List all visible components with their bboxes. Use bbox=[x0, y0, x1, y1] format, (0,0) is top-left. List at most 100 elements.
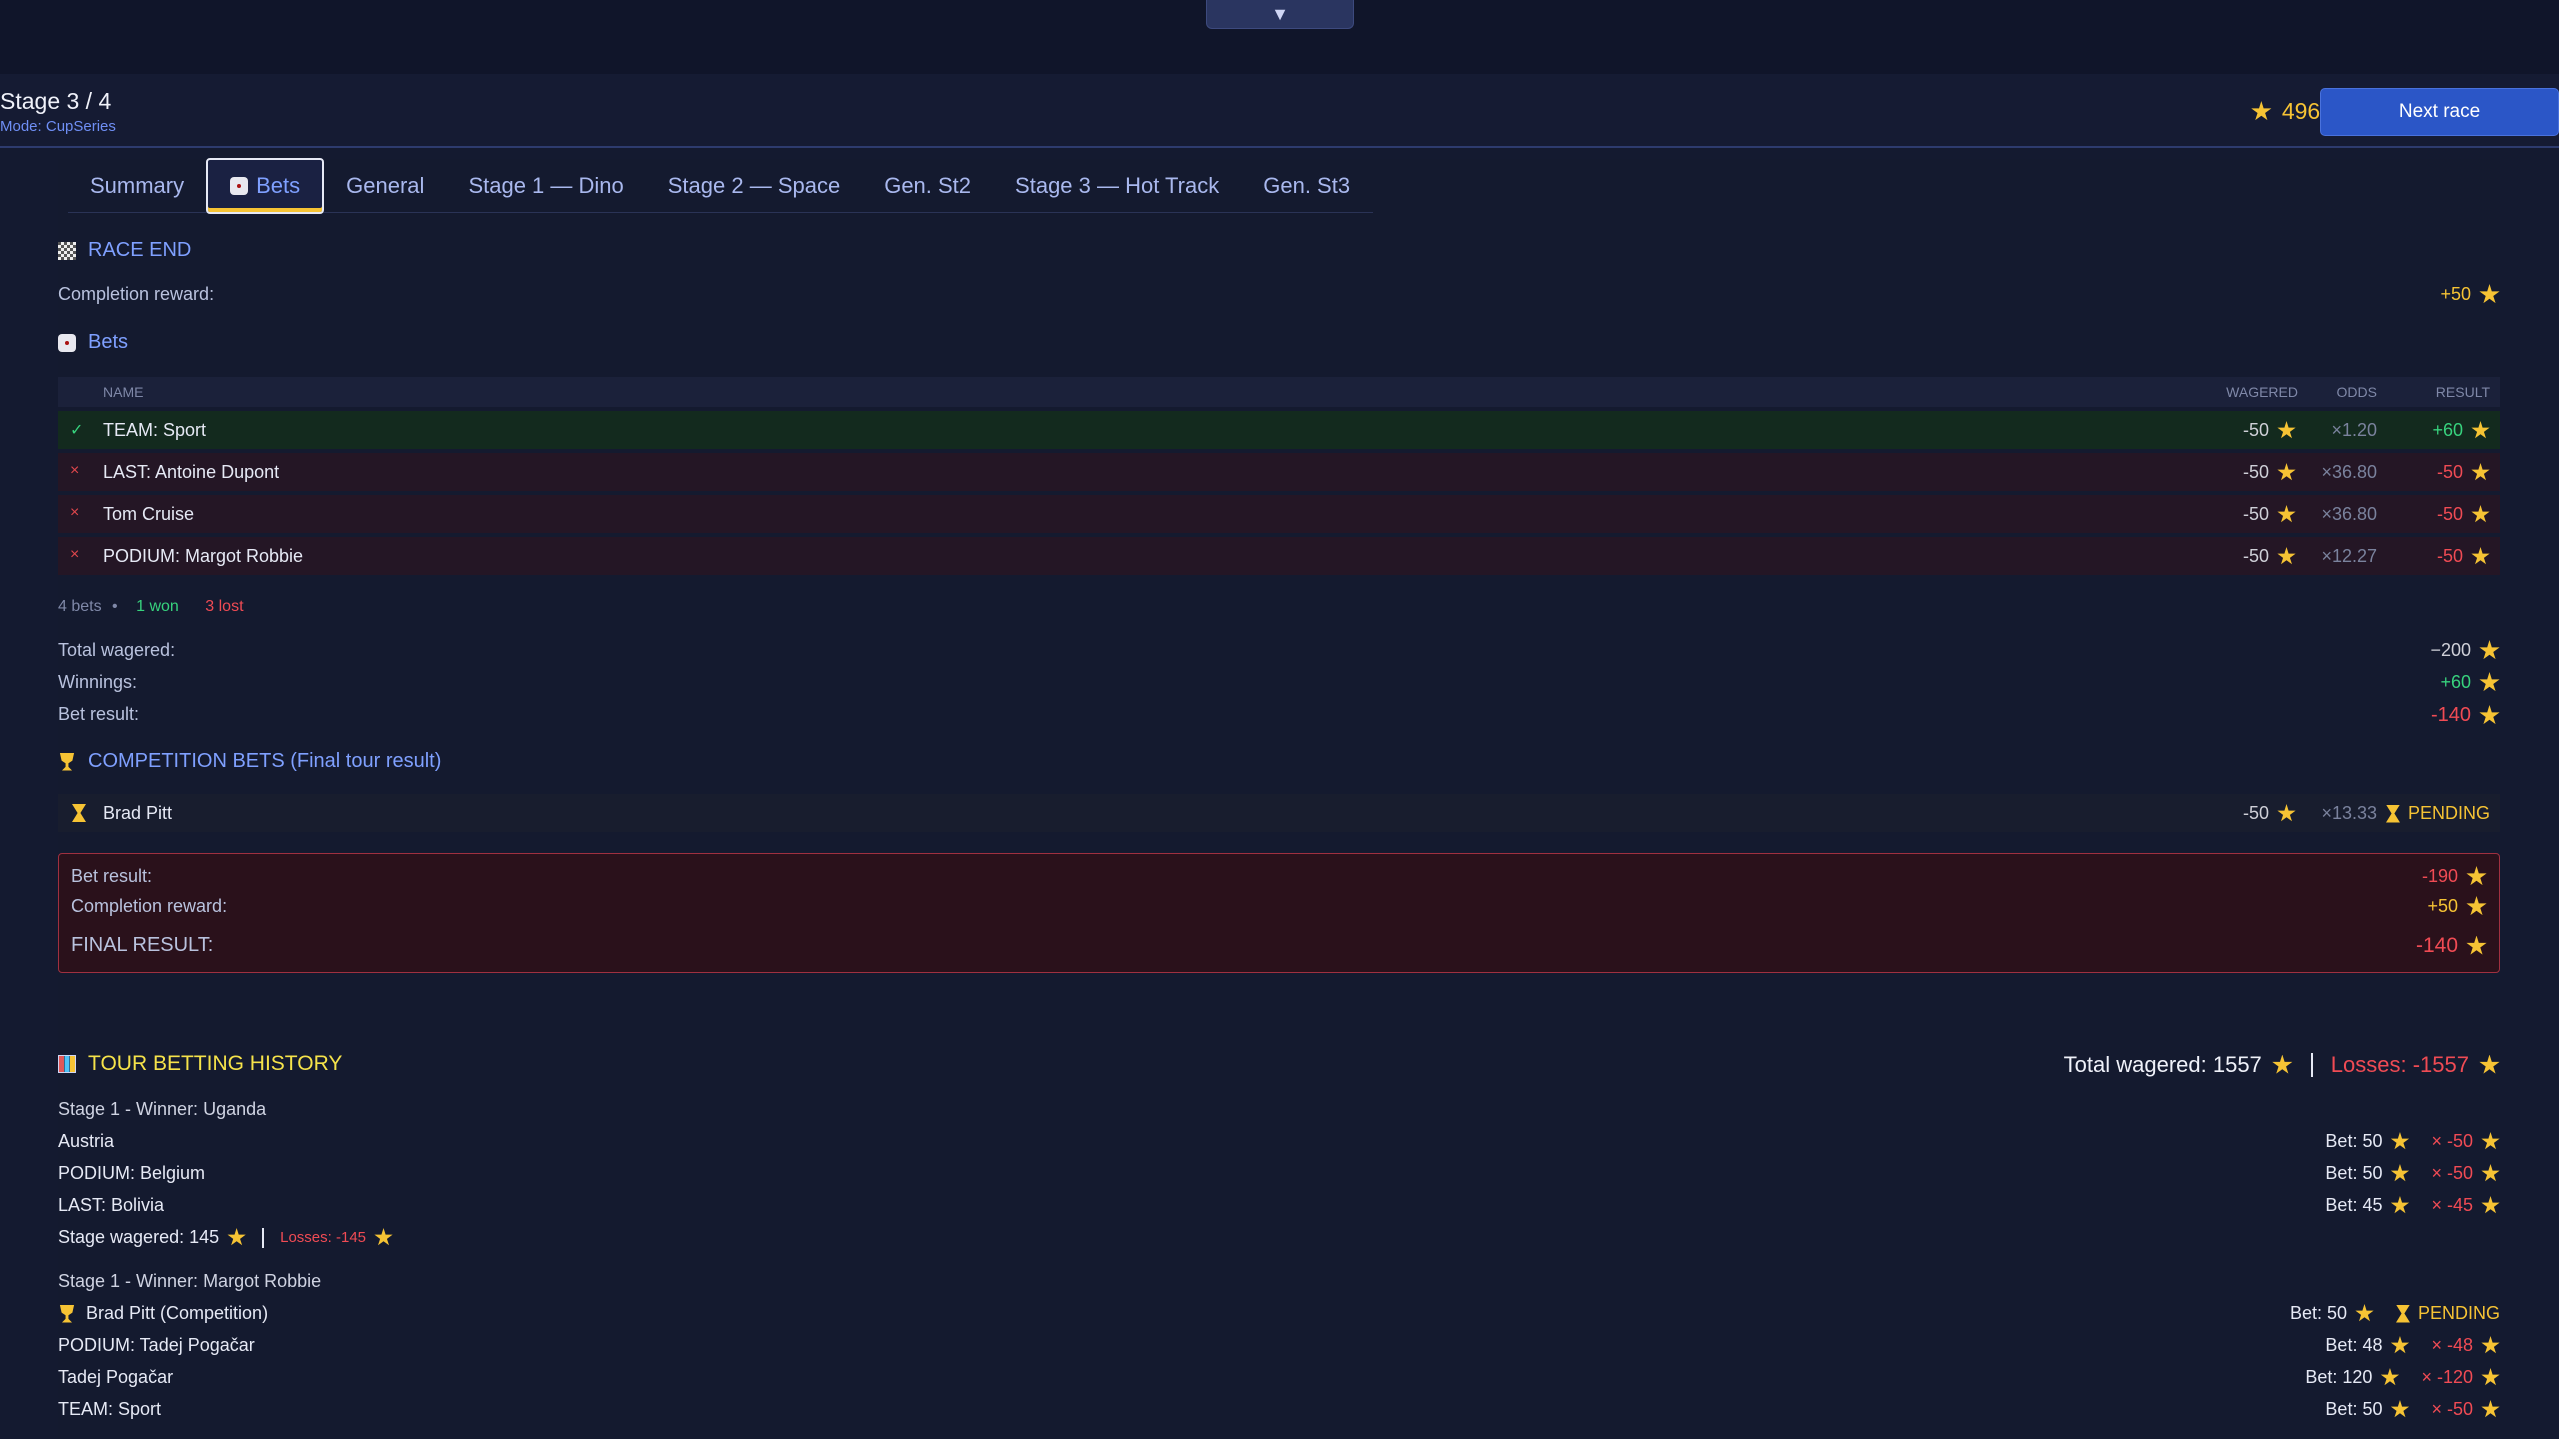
bet-wagered: -50 bbox=[2243, 462, 2296, 483]
star-icon bbox=[2277, 421, 2296, 439]
won-count: 1 won bbox=[136, 598, 179, 615]
check-icon: ✓ bbox=[70, 422, 84, 439]
hourglass-icon bbox=[72, 804, 86, 822]
tab-bets-label: Bets bbox=[256, 172, 301, 198]
hourglass-icon bbox=[2395, 1304, 2410, 1323]
cross-icon: × bbox=[70, 462, 80, 479]
bet-status: PENDING bbox=[2385, 803, 2490, 824]
tab-gen-st3[interactable]: Gen. St3 bbox=[1241, 159, 1372, 213]
star-icon bbox=[2277, 505, 2296, 523]
col-wagered: WAGERED bbox=[2226, 384, 2298, 400]
star-icon bbox=[2481, 1368, 2500, 1386]
tab-summary[interactable]: Summary bbox=[68, 159, 206, 213]
bet-odds: ×12.27 bbox=[2321, 546, 2377, 566]
star-icon bbox=[2380, 1368, 2400, 1386]
star-icon bbox=[2479, 640, 2500, 660]
final-result-box: Bet result: -190 Completion reward: +50 … bbox=[58, 853, 2500, 973]
bets-table-header: NAME WAGERED ODDS RESULT bbox=[58, 377, 2500, 407]
tab-stage-2[interactable]: Stage 2 — Space bbox=[646, 159, 862, 213]
bet-name: LAST: Antoine Dupont bbox=[103, 462, 280, 482]
star-icon bbox=[2481, 1336, 2500, 1354]
star-icon bbox=[2479, 705, 2500, 725]
col-name: NAME bbox=[103, 384, 144, 400]
star-icon bbox=[2277, 804, 2296, 822]
star-icon bbox=[2251, 101, 2272, 121]
history-heading: TOUR BETTING HISTORY bbox=[58, 1052, 342, 1076]
table-row: × LAST: Antoine Dupont -50 ×36.80 -50 bbox=[58, 453, 2500, 491]
bet-name: PODIUM: Margot Robbie bbox=[103, 546, 304, 566]
history-item: PODIUM: Tadej Pogačar Bet: 48 × -48 bbox=[58, 1335, 2500, 1356]
dice-icon bbox=[230, 176, 249, 195]
bet-name: TEAM: Sport bbox=[103, 420, 207, 440]
hourglass-icon bbox=[2385, 804, 2400, 823]
collapse-toggle-button[interactable]: ▼ bbox=[1206, 0, 1354, 29]
star-icon bbox=[2277, 463, 2296, 481]
bet-result: +60 bbox=[2432, 420, 2490, 441]
bet-result: -50 bbox=[2437, 462, 2490, 483]
history-item: LAST: Bolivia Bet: 45 × -45 bbox=[58, 1195, 2500, 1216]
bet-result-row: Bet result: -140 bbox=[58, 704, 2500, 726]
history-group-header: Stage 1 - Winner: Margot Robbie bbox=[58, 1271, 322, 1291]
competition-heading: COMPETITION BETS (Final tour result) bbox=[58, 750, 441, 773]
star-icon bbox=[374, 1228, 393, 1246]
chevron-down-icon: ▼ bbox=[1271, 3, 1289, 24]
chart-icon bbox=[58, 1055, 76, 1073]
bet-result: -50 bbox=[2437, 504, 2490, 525]
tab-stage-1[interactable]: Stage 1 — Dino bbox=[446, 159, 645, 213]
lost-count: 3 lost bbox=[205, 598, 244, 615]
trophy-icon bbox=[59, 752, 75, 771]
bet-wagered: -50 bbox=[2243, 546, 2296, 567]
tab-general[interactable]: General bbox=[324, 159, 446, 213]
final-result-row: FINAL RESULT: -140 bbox=[71, 934, 2487, 957]
race-header: Stage 3 / 4 Mode: CupSeries 4962 Next ra… bbox=[0, 74, 2559, 148]
star-icon bbox=[2390, 1132, 2410, 1150]
checkered-flag-icon bbox=[58, 241, 76, 260]
star-icon bbox=[2466, 866, 2487, 886]
final-completion-row: Completion reward: +50 bbox=[71, 896, 2487, 917]
bet-odds: ×1.20 bbox=[2331, 420, 2377, 440]
star-icon bbox=[2277, 547, 2296, 565]
history-totals: Total wagered: 1557 Losses: -1557 bbox=[2064, 1052, 2500, 1078]
next-race-button[interactable]: Next race bbox=[2320, 88, 2559, 136]
completion-reward-label: Completion reward: bbox=[58, 284, 215, 304]
stage-summary: Stage wagered: 145 Losses: -145 bbox=[58, 1227, 2500, 1248]
col-odds: ODDS bbox=[2336, 384, 2377, 400]
history-losses: Losses: -1557 bbox=[2330, 1052, 2469, 1077]
final-bet-result-row: Bet result: -190 bbox=[71, 866, 2487, 887]
mode-label: Mode: CupSeries bbox=[0, 118, 116, 135]
bet-wagered: -50 bbox=[2243, 803, 2296, 824]
star-icon bbox=[2466, 896, 2487, 916]
tab-bar: Summary Bets General Stage 1 — Dino Stag… bbox=[68, 157, 1373, 214]
trophy-icon bbox=[59, 1304, 75, 1323]
bets-title: Bets bbox=[88, 331, 129, 353]
bet-name: Brad Pitt bbox=[103, 803, 173, 823]
total-wagered-row: Total wagered: −200 bbox=[58, 640, 2500, 661]
bets-heading: Bets bbox=[58, 331, 128, 354]
star-icon bbox=[2479, 1054, 2500, 1074]
star-icon bbox=[2481, 1196, 2500, 1214]
star-icon bbox=[2471, 505, 2490, 523]
star-icon bbox=[2479, 284, 2500, 304]
stage-title: Stage 3 / 4 bbox=[0, 88, 112, 114]
competition-title: COMPETITION BETS (Final tour result) bbox=[88, 750, 442, 772]
cross-icon: × bbox=[70, 504, 80, 521]
cross-icon: × bbox=[70, 546, 80, 563]
history-item: Tadej Pogačar Bet: 120 × -120 bbox=[58, 1367, 2500, 1388]
history-title: TOUR BETTING HISTORY bbox=[88, 1052, 343, 1075]
table-row: × PODIUM: Margot Robbie -50 ×12.27 -50 bbox=[58, 537, 2500, 575]
star-icon bbox=[2481, 1400, 2500, 1418]
history-item: TEAM: Sport Bet: 50 × -50 bbox=[58, 1399, 2500, 1420]
star-icon bbox=[2471, 463, 2490, 481]
table-row: ✓ TEAM: Sport -50 ×1.20 +60 bbox=[58, 411, 2500, 449]
tab-stage-3[interactable]: Stage 3 — Hot Track bbox=[993, 159, 1241, 213]
tab-gen-st2[interactable]: Gen. St2 bbox=[862, 159, 993, 213]
completion-reward-row: Completion reward: +50 bbox=[58, 284, 2500, 305]
completion-reward-value: +50 bbox=[2440, 284, 2500, 305]
star-icon bbox=[2390, 1164, 2410, 1182]
tab-bets[interactable]: Bets bbox=[206, 157, 325, 214]
star-icon bbox=[2481, 1164, 2500, 1182]
star-icon bbox=[227, 1228, 246, 1246]
history-item: PODIUM: Belgium Bet: 50 × -50 bbox=[58, 1163, 2500, 1184]
bet-odds: ×36.80 bbox=[2321, 462, 2377, 482]
star-icon bbox=[2466, 935, 2487, 955]
